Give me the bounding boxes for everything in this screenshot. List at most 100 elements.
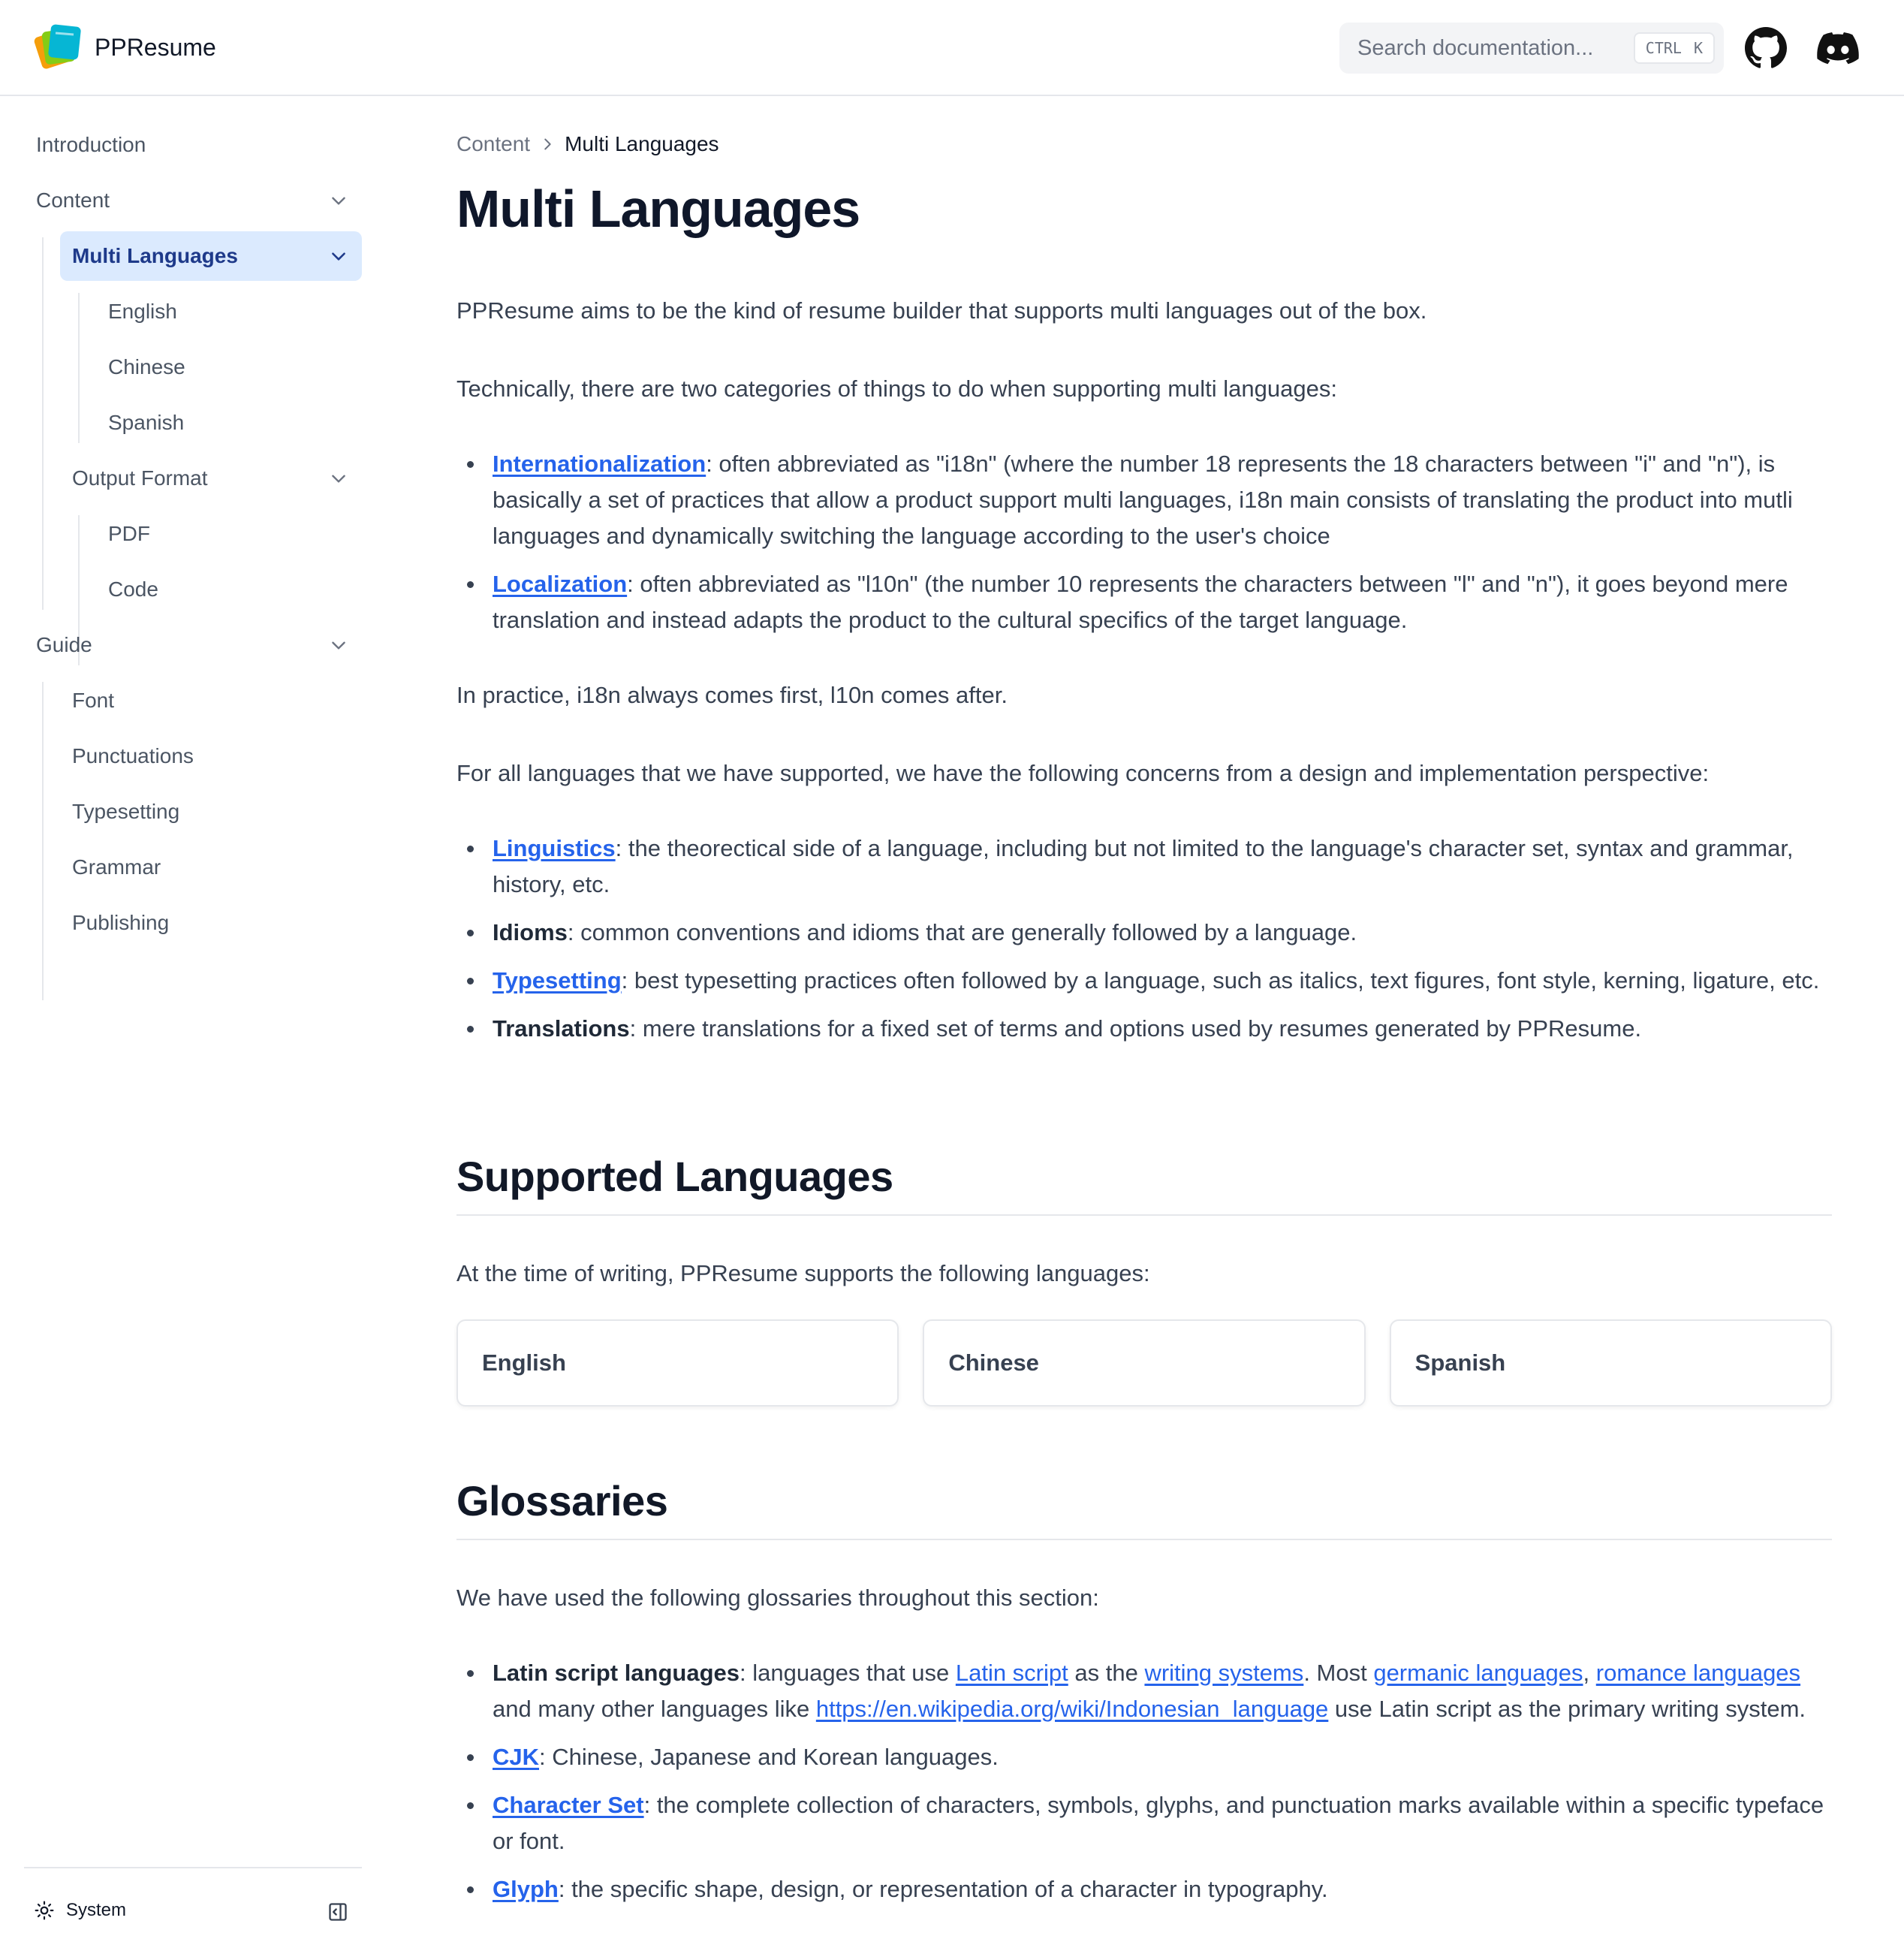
list-item-text: : the specific shape, design, or represe…	[558, 1876, 1328, 1902]
glossaries-heading: Glossaries	[456, 1476, 1832, 1540]
shortcut-ctrl: CTRL	[1645, 39, 1682, 57]
sidebar-item-label: Guide	[36, 633, 92, 656]
sidebar-item-label: Chinese	[108, 355, 185, 378]
internationalization-link[interactable]: Internationalization	[493, 451, 706, 477]
glossaries-list: Latin script languages: languages that u…	[456, 1655, 1832, 1919]
list-item: Character Set: the complete collection o…	[456, 1787, 1832, 1859]
list-item-text: use Latin script as the primary writing …	[1328, 1696, 1806, 1722]
concerns-intro: For all languages that we have supported…	[456, 760, 1710, 786]
concerns-list: Linguistics: the theorectical side of a …	[456, 831, 1832, 1059]
list-item-text: : mere translations for a fixed set of t…	[629, 1015, 1642, 1042]
sidebar-item-code[interactable]: Code	[96, 565, 362, 614]
character-set-link[interactable]: Character Set	[493, 1792, 644, 1818]
logo-link[interactable]: PPResume	[33, 23, 216, 72]
language-card-spanish[interactable]: Spanish	[1389, 1319, 1832, 1407]
romance-languages-link[interactable]: romance languages	[1596, 1660, 1800, 1686]
list-item: Typesetting: best typesetting practices …	[456, 963, 1832, 999]
list-item: Glyph: the specific shape, design, or re…	[456, 1871, 1832, 1907]
sidebar-item-grammar[interactable]: Grammar	[60, 843, 362, 892]
sidebar-item-label: Output Format	[72, 466, 208, 490]
sidebar-item-multi-languages[interactable]: Multi Languages	[60, 231, 362, 281]
ppresume-logo-icon	[34, 24, 81, 69]
sidebar-item-guide[interactable]: Guide	[24, 620, 362, 670]
list-item-text: : Chinese, Japanese and Korean languages…	[539, 1744, 999, 1770]
search-input[interactable]: Search documentation... CTRL K	[1339, 23, 1724, 74]
list-item-text: ,	[1583, 1660, 1596, 1686]
github-icon[interactable]	[1745, 27, 1787, 69]
sidebar-item-label: English	[108, 300, 177, 323]
search-placeholder: Search documentation...	[1357, 35, 1594, 60]
breadcrumb-content[interactable]: Content	[456, 132, 530, 156]
nav-rail-content	[42, 237, 44, 610]
sidebar-item-font[interactable]: Font	[60, 676, 362, 725]
sidebar-item-pdf[interactable]: PDF	[96, 509, 362, 559]
latin-script-link[interactable]: Latin script	[956, 1660, 1068, 1686]
glyph-link[interactable]: Glyph	[493, 1876, 559, 1902]
list-item: CJK: Chinese, Japanese and Korean langua…	[456, 1739, 1832, 1775]
indonesian-language-link[interactable]: https://en.wikipedia.org/wiki/Indonesian…	[816, 1696, 1328, 1722]
discord-icon[interactable]	[1817, 27, 1859, 69]
sidebar-item-publishing[interactable]: Publishing	[60, 898, 362, 948]
sidebar-item-label: Publishing	[72, 911, 170, 934]
theme-toggle-button[interactable]: System	[35, 1900, 126, 1921]
translations-term: Translations	[493, 1015, 630, 1042]
list-item-text: . Most	[1303, 1660, 1374, 1686]
page-title: Multi Languages	[456, 179, 860, 238]
list-item-text: as the	[1068, 1660, 1145, 1686]
chevron-down-icon	[332, 252, 345, 261]
sidebar-item-label: Font	[72, 689, 115, 712]
list-item-text: : the complete collection of characters,…	[493, 1792, 1824, 1854]
language-card-english[interactable]: English	[456, 1319, 899, 1407]
shortcut-key: K	[1693, 39, 1703, 57]
list-item: Internationalization: often abbreviated …	[456, 446, 1832, 554]
sidebar-item-introduction[interactable]: Introduction	[24, 120, 362, 170]
search-shortcut: CTRL K	[1633, 32, 1715, 64]
list-item-text: : common conventions and idioms that are…	[567, 919, 1357, 945]
list-item: Latin script languages: languages that u…	[456, 1655, 1832, 1727]
list-item-text: : often abbreviated as "l10n" (the numbe…	[493, 571, 1788, 633]
sidebar-item-punctuations[interactable]: Punctuations	[60, 731, 362, 781]
sidebar-item-label: Content	[36, 188, 110, 212]
sidebar-item-content[interactable]: Content	[24, 176, 362, 225]
intro-paragraph: PPResume aims to be the kind of resume b…	[456, 297, 1427, 324]
chevron-right-icon	[544, 138, 551, 150]
breadcrumb: Content Multi Languages	[456, 132, 719, 156]
chevron-down-icon	[332, 197, 345, 205]
sidebar-nav: Introduction Content Multi Languages Eng…	[24, 96, 362, 1958]
sidebar-item-output-format[interactable]: Output Format	[60, 454, 362, 503]
list-item-text: : the theorectical side of a language, i…	[493, 835, 1794, 897]
list-item: Translations: mere translations for a fi…	[456, 1011, 1832, 1047]
sidebar-item-typesetting[interactable]: Typesetting	[60, 787, 362, 837]
language-cards: English Chinese Spanish	[456, 1319, 1832, 1407]
cjk-link[interactable]: CJK	[493, 1744, 539, 1770]
top-header: PPResume Search documentation... CTRL K	[0, 0, 1904, 96]
nav-rail-guide	[42, 682, 44, 1000]
theme-label: System	[66, 1900, 127, 1920]
typesetting-link[interactable]: Typesetting	[493, 967, 622, 994]
sidebar-item-label: Code	[108, 577, 158, 601]
latin-script-languages-term: Latin script languages	[493, 1660, 740, 1686]
practice-paragraph: In practice, i18n always comes first, l1…	[456, 682, 1008, 708]
list-item-text: : best typesetting practices often follo…	[621, 967, 1820, 994]
localization-link[interactable]: Localization	[493, 571, 627, 597]
sidebar-collapse-icon[interactable]	[327, 1901, 348, 1922]
nav-rail-multi-languages	[78, 293, 80, 443]
language-card-chinese[interactable]: Chinese	[923, 1319, 1366, 1407]
writing-systems-link[interactable]: writing systems	[1144, 1660, 1303, 1686]
glossaries-intro: We have used the following glossaries th…	[456, 1585, 1099, 1611]
sidebar-footer: System	[24, 1867, 362, 1960]
sidebar-item-label: Typesetting	[72, 800, 180, 823]
sun-icon	[35, 1901, 54, 1920]
linguistics-link[interactable]: Linguistics	[493, 835, 616, 861]
categories-list: Internationalization : often abbreviated …	[456, 446, 1832, 650]
sidebar-item-chinese[interactable]: Chinese	[96, 342, 362, 392]
sidebar-item-label: PDF	[108, 522, 150, 545]
list-item: Idioms: common conventions and idioms th…	[456, 915, 1832, 951]
germanic-languages-link[interactable]: germanic languages	[1373, 1660, 1583, 1686]
list-item: Localization: often abbreviated as "l10n…	[456, 566, 1832, 638]
sidebar-item-label: Punctuations	[72, 744, 194, 767]
list-item: Linguistics: the theorectical side of a …	[456, 831, 1832, 903]
sidebar-item-spanish[interactable]: Spanish	[96, 398, 362, 448]
supported-intro: At the time of writing, PPResume support…	[456, 1260, 1150, 1286]
sidebar-item-english[interactable]: English	[96, 287, 362, 336]
